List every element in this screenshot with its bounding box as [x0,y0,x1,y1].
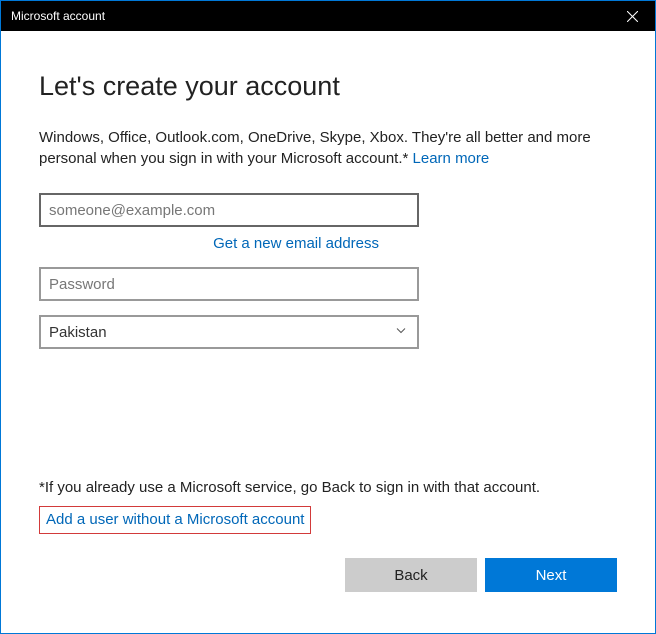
button-row: Back Next [39,558,617,592]
form [39,267,419,315]
email-field[interactable] [39,193,419,227]
footnote: *If you already use a Microsoft service,… [39,479,617,496]
form [39,193,419,241]
alt-link-highlight: Add a user without a Microsoft account [39,506,311,534]
add-user-without-account-link[interactable]: Add a user without a Microsoft account [46,511,304,528]
content-area: Let's create your account Windows, Offic… [1,31,655,612]
get-new-email-link[interactable]: Get a new email address [213,235,419,252]
close-icon [627,11,638,22]
back-button[interactable]: Back [345,558,477,592]
description: Windows, Office, Outlook.com, OneDrive, … [39,128,617,169]
country-select[interactable]: Pakistan [39,315,419,349]
chevron-down-icon [395,324,407,341]
next-button[interactable]: Next [485,558,617,592]
description-text: Windows, Office, Outlook.com, OneDrive, … [39,129,591,167]
titlebar: Microsoft account [1,1,655,31]
password-field[interactable] [39,267,419,301]
window-title: Microsoft account [11,9,105,23]
page-title: Let's create your account [39,71,617,102]
close-button[interactable] [610,1,655,31]
country-value: Pakistan [49,324,107,341]
learn-more-link[interactable]: Learn more [413,150,490,167]
